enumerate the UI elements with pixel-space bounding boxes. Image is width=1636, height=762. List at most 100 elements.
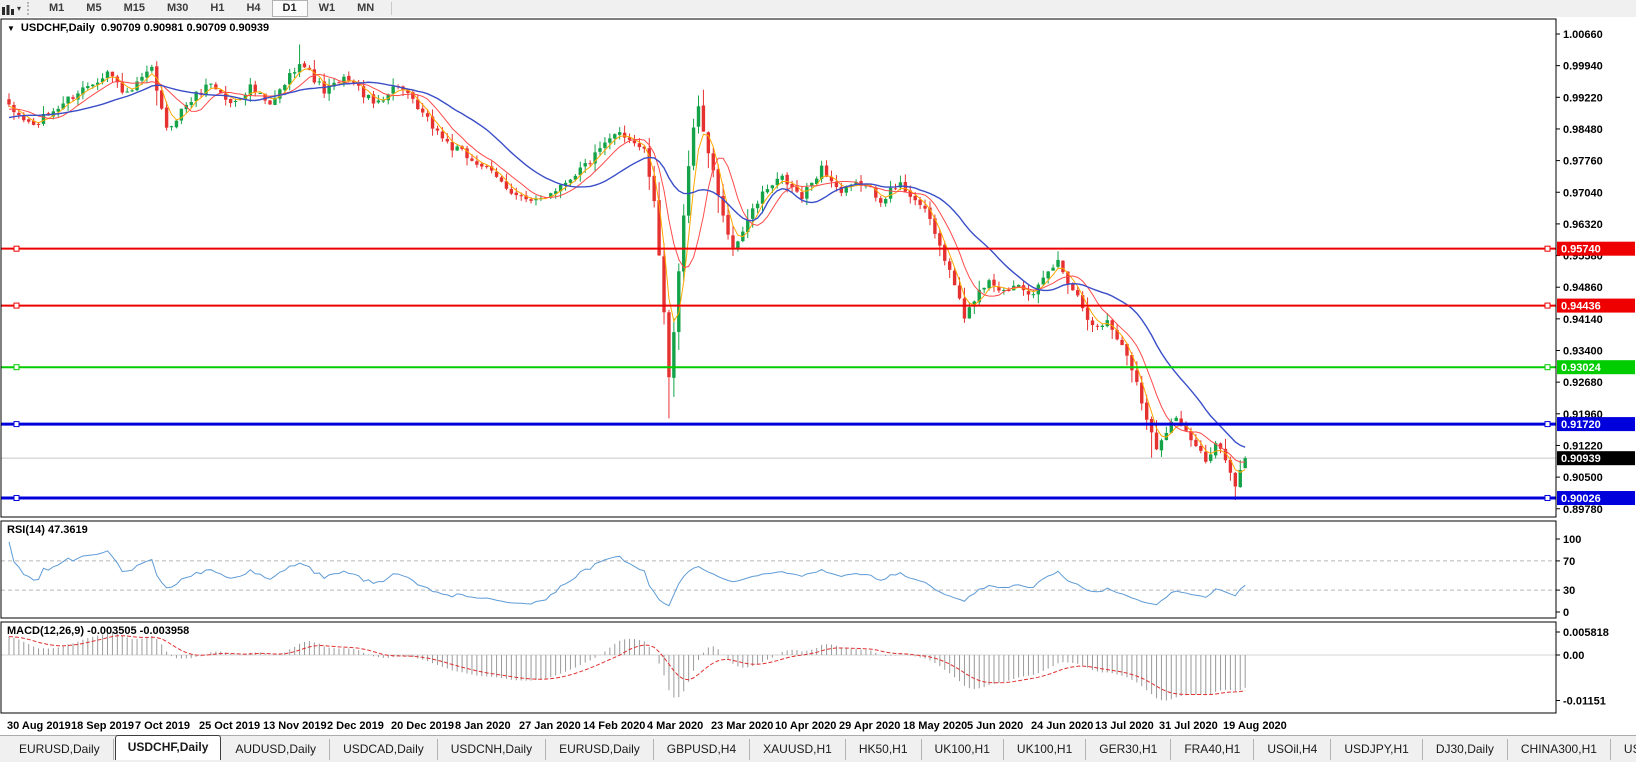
svg-text:0.94860: 0.94860 xyxy=(1563,282,1603,294)
hline-handle[interactable] xyxy=(14,246,19,251)
svg-text:18 May 2020: 18 May 2020 xyxy=(903,720,967,732)
svg-text:20 Dec 2019: 20 Dec 2019 xyxy=(391,720,454,732)
svg-text:0.92680: 0.92680 xyxy=(1563,377,1603,389)
svg-text:0.96320: 0.96320 xyxy=(1563,219,1603,231)
hline-handle[interactable] xyxy=(1545,422,1550,427)
svg-text:0: 0 xyxy=(1563,607,1569,619)
svg-text:0.90026: 0.90026 xyxy=(1561,493,1601,505)
hline-handle[interactable] xyxy=(14,496,19,501)
tf-button-m5[interactable]: M5 xyxy=(75,0,112,17)
chart-tab-uk100-h1[interactable]: UK100,H1 xyxy=(1004,739,1086,760)
chart-tab-usdcad-daily[interactable]: USDCAD,Daily xyxy=(330,739,438,760)
chart-title: ▼ USDCHF,Daily 0.90709 0.90981 0.90709 0… xyxy=(7,22,269,34)
chart-tab-usoil-h4[interactable]: USOil,H4 xyxy=(1254,739,1331,760)
svg-text:7 Oct 2019: 7 Oct 2019 xyxy=(135,720,190,732)
svg-text:0.98480: 0.98480 xyxy=(1563,124,1603,136)
chart-tab-gbpusd-h4[interactable]: GBPUSD,H4 xyxy=(654,739,750,760)
svg-text:0.91720: 0.91720 xyxy=(1561,419,1601,431)
svg-text:29 Apr 2020: 29 Apr 2020 xyxy=(839,720,900,732)
toolbar-grip xyxy=(27,2,32,15)
svg-text:13 Nov 2019: 13 Nov 2019 xyxy=(263,720,327,732)
svg-text:0.00: 0.00 xyxy=(1563,650,1584,662)
svg-text:30 Aug 2019: 30 Aug 2019 xyxy=(7,720,71,732)
svg-text:10 Apr 2020: 10 Apr 2020 xyxy=(775,720,836,732)
hline-handle[interactable] xyxy=(14,365,19,370)
tf-button-h1[interactable]: H1 xyxy=(199,0,235,17)
chart-tab-eurusd-daily[interactable]: EURUSD,Daily xyxy=(546,739,654,760)
chart-tab-xauusd-h1[interactable]: XAUUSD,H1 xyxy=(750,739,846,760)
hline-handle[interactable] xyxy=(1545,365,1550,370)
tf-button-m1[interactable]: M1 xyxy=(38,0,75,17)
svg-text:1.00660: 1.00660 xyxy=(1563,29,1603,41)
hline-handle[interactable] xyxy=(14,303,19,308)
svg-text:0.90500: 0.90500 xyxy=(1563,472,1603,484)
chart-tab-dj30-daily[interactable]: DJ30,Daily xyxy=(1423,739,1508,760)
hline-handle[interactable] xyxy=(1545,496,1550,501)
svg-text:0.89780: 0.89780 xyxy=(1563,504,1603,516)
tf-button-m15[interactable]: M15 xyxy=(113,0,156,17)
svg-text:0.97760: 0.97760 xyxy=(1563,156,1603,168)
chart-background xyxy=(0,17,1636,735)
date-axis: 30 Aug 201918 Sep 20197 Oct 2019 25 Oct 2… xyxy=(7,720,1287,732)
svg-text:0.97040: 0.97040 xyxy=(1563,187,1603,199)
svg-text:30: 30 xyxy=(1563,585,1575,597)
svg-text:4 Mar 2020: 4 Mar 2020 xyxy=(647,720,703,732)
tf-button-h4[interactable]: H4 xyxy=(235,0,271,17)
chart-tab-bar: EURUSD,DailyUSDCHF,DailyAUDUSD,DailyUSDC… xyxy=(0,735,1636,762)
svg-text:19 Aug 2020: 19 Aug 2020 xyxy=(1223,720,1287,732)
tf-button-m30[interactable]: M30 xyxy=(156,0,199,17)
chevron-down-icon[interactable]: ▼ xyxy=(7,24,15,33)
svg-text:27 Jan 2020: 27 Jan 2020 xyxy=(519,720,581,732)
tf-button-d1[interactable]: D1 xyxy=(272,0,308,17)
svg-text:23 Mar 2020: 23 Mar 2020 xyxy=(711,720,773,732)
svg-text:-0.01151: -0.01151 xyxy=(1563,695,1606,707)
tf-button-mn[interactable]: MN xyxy=(346,0,385,17)
chart-window: 1.00660 0.99940 0.99220 0.98480 0.97760 0.970… xyxy=(0,17,1636,735)
svg-text:0.90939: 0.90939 xyxy=(1561,453,1601,465)
svg-text:0.94436: 0.94436 xyxy=(1561,301,1601,313)
svg-text:100: 100 xyxy=(1563,534,1581,546)
svg-text:14 Feb 2020: 14 Feb 2020 xyxy=(583,720,645,732)
chart-tab-usdjpy-h1[interactable]: USDJPY,H1 xyxy=(1331,739,1422,760)
chart-tab-uk100-h1[interactable]: UK100,H1 xyxy=(922,739,1004,760)
chart-tab-china300-h1[interactable]: CHINA300,H1 xyxy=(1508,739,1611,760)
chart-toolbar: ▾ M1M5M15M30H1H4D1W1MN xyxy=(0,0,1636,17)
svg-text:13 Jul 2020: 13 Jul 2020 xyxy=(1095,720,1154,732)
toolbar-separator xyxy=(391,2,392,15)
chart-tab-usoil-h1[interactable]: USOil,H1 xyxy=(1611,739,1636,760)
svg-text:0.93400: 0.93400 xyxy=(1563,346,1603,358)
svg-text:0.99940: 0.99940 xyxy=(1563,61,1603,73)
svg-text:0.95740: 0.95740 xyxy=(1561,244,1601,256)
macd-indicator-label: MACD(12,26,9) -0.003505 -0.003958 xyxy=(7,625,189,637)
svg-text:70: 70 xyxy=(1563,556,1575,568)
svg-text:8 Jan 2020: 8 Jan 2020 xyxy=(455,720,511,732)
svg-text:0.99220: 0.99220 xyxy=(1563,92,1603,104)
svg-text:0.93024: 0.93024 xyxy=(1561,362,1602,374)
chart-type-icon[interactable] xyxy=(1,3,15,15)
hline-handle[interactable] xyxy=(1545,246,1550,251)
chart-tab-hk50-h1[interactable]: HK50,H1 xyxy=(846,739,922,760)
chart-ohlc-values: 0.90709 0.90981 0.90709 0.90939 xyxy=(101,22,269,34)
svg-text:0.91220: 0.91220 xyxy=(1563,440,1603,452)
chart-tab-fra40-h1[interactable]: FRA40,H1 xyxy=(1171,739,1254,760)
svg-text:0.005818: 0.005818 xyxy=(1563,627,1609,639)
svg-text:0.94140: 0.94140 xyxy=(1563,314,1603,326)
svg-text:5 Jun 2020: 5 Jun 2020 xyxy=(967,720,1023,732)
timeframe-buttons: M1M5M15M30H1H4D1W1MN xyxy=(38,0,385,17)
chart-symbol-label: USDCHF,Daily xyxy=(21,22,95,34)
chevron-down-icon[interactable]: ▾ xyxy=(17,4,21,13)
hline-handle[interactable] xyxy=(14,422,19,427)
tf-button-w1[interactable]: W1 xyxy=(308,0,347,17)
chart-canvas[interactable]: 1.00660 0.99940 0.99220 0.98480 0.97760 0.970… xyxy=(0,17,1636,735)
chart-tab-audusd-daily[interactable]: AUDUSD,Daily xyxy=(222,739,330,760)
svg-text:25 Oct 2019: 25 Oct 2019 xyxy=(199,720,260,732)
chart-tab-usdcnh-daily[interactable]: USDCNH,Daily xyxy=(438,739,546,760)
mt4-window: ▾ M1M5M15M30H1H4D1W1MN 1.00660 0.99940 0.9… xyxy=(0,0,1636,762)
svg-text:2 Dec 2019: 2 Dec 2019 xyxy=(327,720,384,732)
hline-handle[interactable] xyxy=(1545,303,1550,308)
chart-tab-usdchf-daily[interactable]: USDCHF,Daily xyxy=(115,735,222,760)
chart-tab-eurusd-daily[interactable]: EURUSD,Daily xyxy=(6,739,114,760)
svg-text:18 Sep 2019: 18 Sep 2019 xyxy=(71,720,134,732)
svg-text:31 Jul 2020: 31 Jul 2020 xyxy=(1159,720,1218,732)
chart-tab-ger30-h1[interactable]: GER30,H1 xyxy=(1086,739,1171,760)
